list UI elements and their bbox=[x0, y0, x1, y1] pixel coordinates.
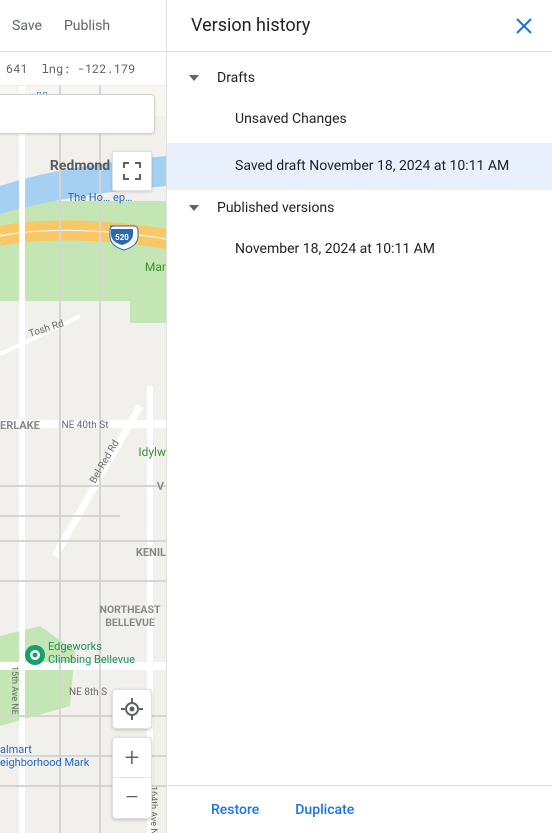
poi-homedepot: The Ho… ep… bbox=[68, 191, 133, 204]
coordinate-bar: 641 lng: -122.179 bbox=[0, 52, 166, 86]
road-15th: 15th Ave NE bbox=[9, 666, 19, 715]
panel-title: Version history bbox=[191, 15, 310, 36]
area-v: V bbox=[157, 480, 165, 493]
poi-walmart-2: eighborhood Mark bbox=[0, 756, 90, 769]
panel-header: Version history bbox=[167, 0, 552, 52]
lat-value: 641 bbox=[6, 61, 28, 77]
section-drafts-header[interactable]: Drafts bbox=[167, 60, 552, 96]
map-search-input[interactable] bbox=[0, 94, 155, 134]
hwy-520-label: 520 bbox=[115, 233, 129, 242]
poi-walmart-1: almart bbox=[0, 743, 32, 756]
area-ne-bellevue-2: BELLEVUE bbox=[105, 616, 155, 629]
chevron-down-icon bbox=[189, 205, 199, 211]
my-location-button[interactable] bbox=[112, 689, 152, 729]
road-ne8: NE 8th S bbox=[69, 687, 107, 698]
save-button[interactable]: Save bbox=[12, 18, 42, 34]
panel-body: Drafts Unsaved Changes Saved draft Novem… bbox=[167, 52, 552, 785]
area-idylwood: Idylw bbox=[138, 445, 166, 459]
my-location-icon bbox=[121, 698, 143, 720]
city-redmond: Redmond bbox=[50, 158, 110, 174]
zoom-control: + − bbox=[112, 737, 152, 819]
chevron-down-icon bbox=[189, 75, 199, 81]
version-item-saved-draft[interactable]: Saved draft November 18, 2024 at 10:11 A… bbox=[167, 143, 552, 190]
area-kenilworth: KENIL bbox=[136, 546, 166, 559]
panel-footer: Restore Duplicate bbox=[167, 785, 552, 833]
close-button[interactable] bbox=[516, 18, 532, 34]
fullscreen-icon bbox=[123, 162, 141, 180]
lng-value: lng: -122.179 bbox=[42, 61, 136, 77]
version-item-unsaved[interactable]: Unsaved Changes bbox=[167, 96, 552, 143]
section-drafts-label: Drafts bbox=[217, 70, 255, 86]
publish-button[interactable]: Publish bbox=[64, 18, 110, 34]
toolbar: Save Publish bbox=[0, 0, 166, 52]
road-ne40: NE 40th St bbox=[61, 420, 108, 431]
poi-edgeworks-2: Climbing Bellevue bbox=[48, 653, 135, 666]
park-marymoor: Mar bbox=[145, 260, 166, 274]
fullscreen-button[interactable] bbox=[112, 151, 152, 191]
version-history-panel: Version history Drafts Unsaved Changes S… bbox=[166, 0, 552, 833]
left-pane: Save Publish 641 lng: -122.179 bbox=[0, 0, 166, 833]
restore-button[interactable]: Restore bbox=[211, 802, 259, 818]
map[interactable]: 520 Redmond ·ry ▯▯ The Ho… ep… Mar Tosh … bbox=[0, 86, 166, 833]
zoom-in-button[interactable]: + bbox=[113, 738, 151, 778]
section-published-header[interactable]: Published versions bbox=[167, 190, 552, 226]
poi-edgeworks-1: Edgeworks bbox=[48, 640, 102, 653]
version-item-published[interactable]: November 18, 2024 at 10:11 AM bbox=[167, 226, 552, 273]
duplicate-button[interactable]: Duplicate bbox=[295, 802, 354, 818]
zoom-out-button[interactable]: − bbox=[113, 778, 151, 818]
section-published-label: Published versions bbox=[217, 200, 334, 216]
area-erlake: ERLAKE bbox=[0, 419, 40, 432]
close-icon bbox=[516, 18, 532, 34]
area-ne-bellevue-1: NORTHEAST bbox=[100, 603, 161, 616]
